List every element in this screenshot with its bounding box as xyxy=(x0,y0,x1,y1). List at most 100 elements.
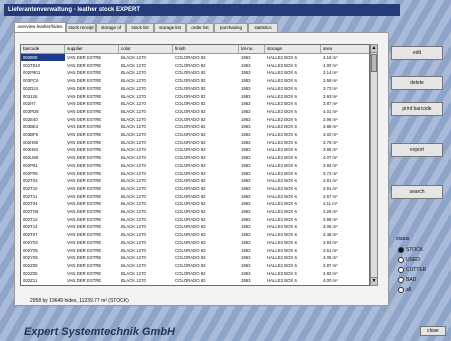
table-cell: HALLE2 BOX 6 xyxy=(267,232,297,238)
table-cell: 002H85 xyxy=(23,139,39,145)
table-row[interactable]: 002T04 VAN DER ESTRE BLACK 1270 COLORADO 82… xyxy=(21,200,369,207)
table-row[interactable]: 003BE4 VAN DER ESTRE BLACK 1270 COLORADO 82… xyxy=(21,123,369,130)
table-cell: VAN DER ESTRE xyxy=(67,224,102,230)
tab-1[interactable]: stock receipt xyxy=(66,23,96,32)
table-row[interactable]: 003H84 VAN DER ESTRE BLACK 1270 COLORADO 82… xyxy=(21,146,369,153)
table-cell: COLORADO 82 xyxy=(175,101,206,107)
status-filter-label: status xyxy=(396,236,410,242)
edit-button[interactable]: edit xyxy=(391,46,443,60)
radio-dot-icon[interactable] xyxy=(398,276,404,283)
table-row[interactable]: 002TO6 VAN DER ESTRE BLACK 1270 COLORADO 82… xyxy=(21,208,369,215)
table-row[interactable]: 002T810 VAN DER ESTRE BLACK 1270 COLORADO 8… xyxy=(21,62,369,69)
delete-button[interactable]: delete xyxy=(391,76,443,90)
table-cell: 3.82 m² xyxy=(323,270,338,276)
table-cell: 1953 xyxy=(241,55,251,60)
radio-dot-icon[interactable] xyxy=(398,266,404,273)
column-header-color[interactable]: color xyxy=(119,45,173,53)
table-row[interactable]: 003BF5 VAN DER ESTRE BLACK 1270 COLORADO 82… xyxy=(21,131,369,138)
table-row[interactable]: 002P801 VAN DER ESTRE BLACK 1270 COLORADO 8… xyxy=(21,69,369,76)
column-header-area[interactable]: area xyxy=(321,45,369,53)
table-cell: COLORADO 82 xyxy=(175,232,206,238)
table-row[interactable]: 002T03 VAN DER ESTRE BLACK 1270 COLORADO 82… xyxy=(21,177,369,184)
vertical-scrollbar[interactable]: ▲ ▼ xyxy=(370,44,378,286)
table-row[interactable]: 002Y03 VAN DER ESTRE BLACK 1270 COLORADO 82… xyxy=(21,239,369,246)
table-cell: BLACK 1270 xyxy=(121,108,146,114)
table-cell: HALLE2 BOX 6 xyxy=(267,155,297,161)
tab-5[interactable]: order list xyxy=(186,23,214,32)
table-row[interactable]: 002Z08 VAN DER ESTRE BLACK 1270 COLORADO 82… xyxy=(21,262,369,269)
table-cell: BLACK 1270 xyxy=(121,55,146,60)
radio-dot-icon[interactable] xyxy=(398,286,404,293)
status-radio-all[interactable]: all xyxy=(398,286,411,294)
column-header-supplier[interactable]: supplier xyxy=(65,45,119,53)
table-cell: 002H7 xyxy=(23,101,36,107)
table-cell: COLORADO 82 xyxy=(175,270,206,276)
status-radio-used[interactable]: USED xyxy=(398,256,420,264)
export-button[interactable]: export xyxy=(391,143,443,157)
tab-0[interactable]: overview leather/hides xyxy=(14,22,66,32)
column-header-storage[interactable]: storage xyxy=(265,45,321,53)
table-cell: 4.11 m² xyxy=(323,201,338,207)
scroll-up-icon[interactable]: ▲ xyxy=(371,45,377,53)
table-cell: VAN DER ESTRE xyxy=(67,155,102,161)
table-cell: VAN DER ESTRE xyxy=(67,209,102,214)
table-row[interactable]: 003126 VAN DER ESTRE BLACK 1270 COLORADO 82… xyxy=(21,93,369,100)
table-cell: 1953 xyxy=(241,270,251,276)
table-row[interactable]: 002H85 VAN DER ESTRE BLACK 1270 COLORADO 82… xyxy=(21,139,369,146)
table-row[interactable]: 002T12 VAN DER ESTRE BLACK 1270 COLORADO 82… xyxy=(21,216,369,223)
table-row[interactable]: 002T14 VAN DER ESTRE BLACK 1270 COLORADO 82… xyxy=(21,223,369,230)
table-cell: 003PD8 xyxy=(23,108,39,114)
scroll-down-icon[interactable]: ▼ xyxy=(371,277,377,285)
table-cell: HALLE2 BOX 6 xyxy=(267,124,297,130)
column-header-finish[interactable]: finish xyxy=(173,45,239,53)
table-cell: HALLE2 BOX 6 xyxy=(267,170,297,176)
table-cell: VAN DER ESTRE xyxy=(67,193,102,199)
table-row[interactable]: 003PC6 VAN DER ESTRE BLACK 1270 COLORADO 82… xyxy=(21,77,369,84)
table-cell: HALLE2 BOX 6 xyxy=(267,255,297,261)
table-row[interactable]: 002T07 VAN DER ESTRE BLACK 1270 COLORADO 82… xyxy=(21,231,369,238)
table-cell: 3.97 m² xyxy=(323,262,338,268)
table-row[interactable]: 002Z11 VAN DER ESTRE BLACK 1270 COLORADO 82… xyxy=(21,277,369,284)
table-row[interactable]: 002Y05 VAN DER ESTRE BLACK 1270 COLORADO 82… xyxy=(21,247,369,254)
print-barcode-button[interactable]: print barcode xyxy=(391,102,443,116)
table-row[interactable]: 002P81 VAN DER ESTRE BLACK 1270 COLORADO 82… xyxy=(21,162,369,169)
company-name: Expert Systemtechnik GmbH xyxy=(24,326,175,338)
tab-3[interactable]: stock list xyxy=(126,23,154,32)
table-row[interactable]: 002800 VAN DER ESTRE BLACK 1270 COLORADO 82… xyxy=(21,54,369,61)
table-cell: VAN DER ESTRE xyxy=(67,201,102,207)
table-row[interactable]: 002D24 VAN DER ESTRE BLACK 1270 COLORADO 82… xyxy=(21,85,369,92)
status-radio-bad[interactable]: BAD xyxy=(398,276,416,284)
tab-4[interactable]: storage list xyxy=(154,23,186,32)
table-row[interactable]: 002T10 VAN DER ESTRE BLACK 1270 COLORADO 82… xyxy=(21,185,369,192)
status-radio-cutter[interactable]: CUTTER xyxy=(398,266,426,274)
table-row[interactable]: 002T11 VAN DER ESTRE BLACK 1270 COLORADO 82… xyxy=(21,193,369,200)
column-header-barcode[interactable]: barcode xyxy=(21,45,65,53)
tab-7[interactable]: statistics xyxy=(248,23,278,32)
radio-dot-icon[interactable] xyxy=(398,246,404,253)
table-cell: 002T12 xyxy=(23,216,38,222)
column-header-lot-no-[interactable]: lot-no. xyxy=(239,45,265,53)
tab-6[interactable]: purchasing xyxy=(214,23,248,32)
close-button[interactable]: close xyxy=(420,326,446,336)
table-cell: 002Y06 xyxy=(23,255,38,261)
table-cell: 1953 xyxy=(241,170,251,176)
table-cell: HALLE2 BOX 6 xyxy=(267,178,297,184)
table-cell: HALLE2 BOX 6 xyxy=(267,78,297,84)
table-cell: HALLE2 BOX 6 xyxy=(267,132,297,137)
table-row[interactable]: 002E40 VAN DER ESTRE BLACK 1270 COLORADO 82… xyxy=(21,116,369,123)
table-cell: 1953 xyxy=(241,232,251,238)
table-row[interactable]: 002H7 VAN DER ESTRE BLACK 1270 COLORADO 82 1… xyxy=(21,100,369,107)
table-row[interactable]: 002P05 VAN DER ESTRE BLACK 1270 COLORADO 82… xyxy=(21,170,369,177)
scroll-thumb[interactable] xyxy=(371,54,377,72)
tab-2[interactable]: storage of xyxy=(96,23,126,32)
table-row[interactable]: 002Y06 VAN DER ESTRE BLACK 1270 COLORADO 82… xyxy=(21,254,369,261)
radio-dot-icon[interactable] xyxy=(398,256,404,263)
table-row[interactable]: 002U88 VAN DER ESTRE BLACK 1270 COLORADO 82… xyxy=(21,154,369,161)
table-row[interactable]: 003PD8 VAN DER ESTRE BLACK 1270 COLORADO 82… xyxy=(21,108,369,115)
table-row[interactable]: 002Z05 VAN DER ESTRE BLACK 1270 COLORADO 82… xyxy=(21,270,369,277)
status-radio-stock[interactable]: STOCK xyxy=(398,246,423,254)
table-cell: VAN DER ESTRE xyxy=(67,185,102,191)
table-cell: COLORADO 82 xyxy=(175,55,206,60)
table-cell: VAN DER ESTRE xyxy=(67,78,102,84)
search-button[interactable]: search xyxy=(391,185,443,199)
